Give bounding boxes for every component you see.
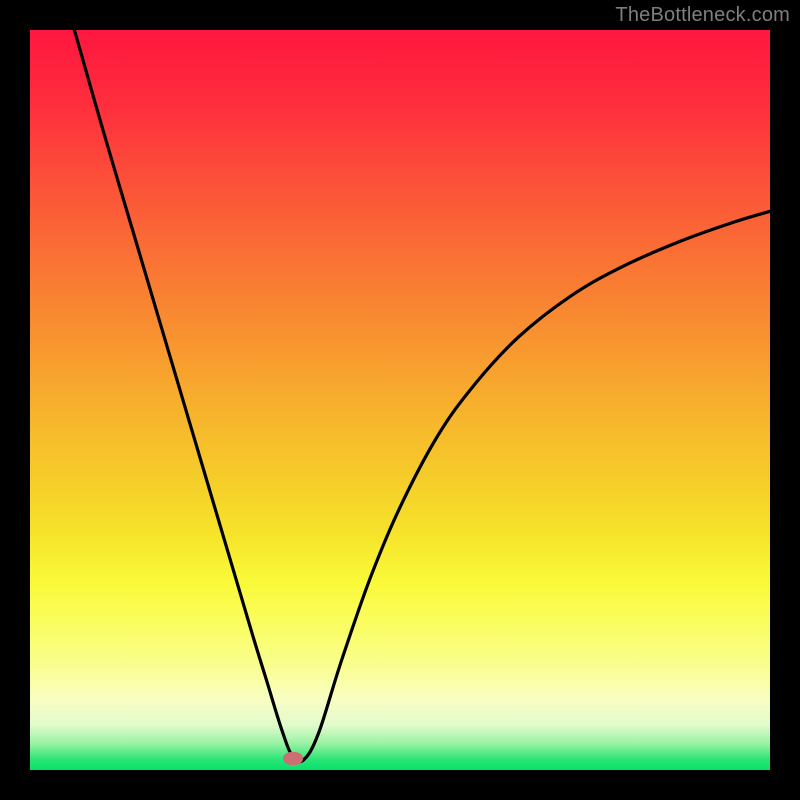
- plot-svg: [30, 30, 770, 770]
- optimal-point-marker: [283, 752, 303, 765]
- gradient-background: [30, 30, 770, 770]
- chart-container: TheBottleneck.com: [0, 0, 800, 800]
- watermark-text: TheBottleneck.com: [615, 4, 790, 27]
